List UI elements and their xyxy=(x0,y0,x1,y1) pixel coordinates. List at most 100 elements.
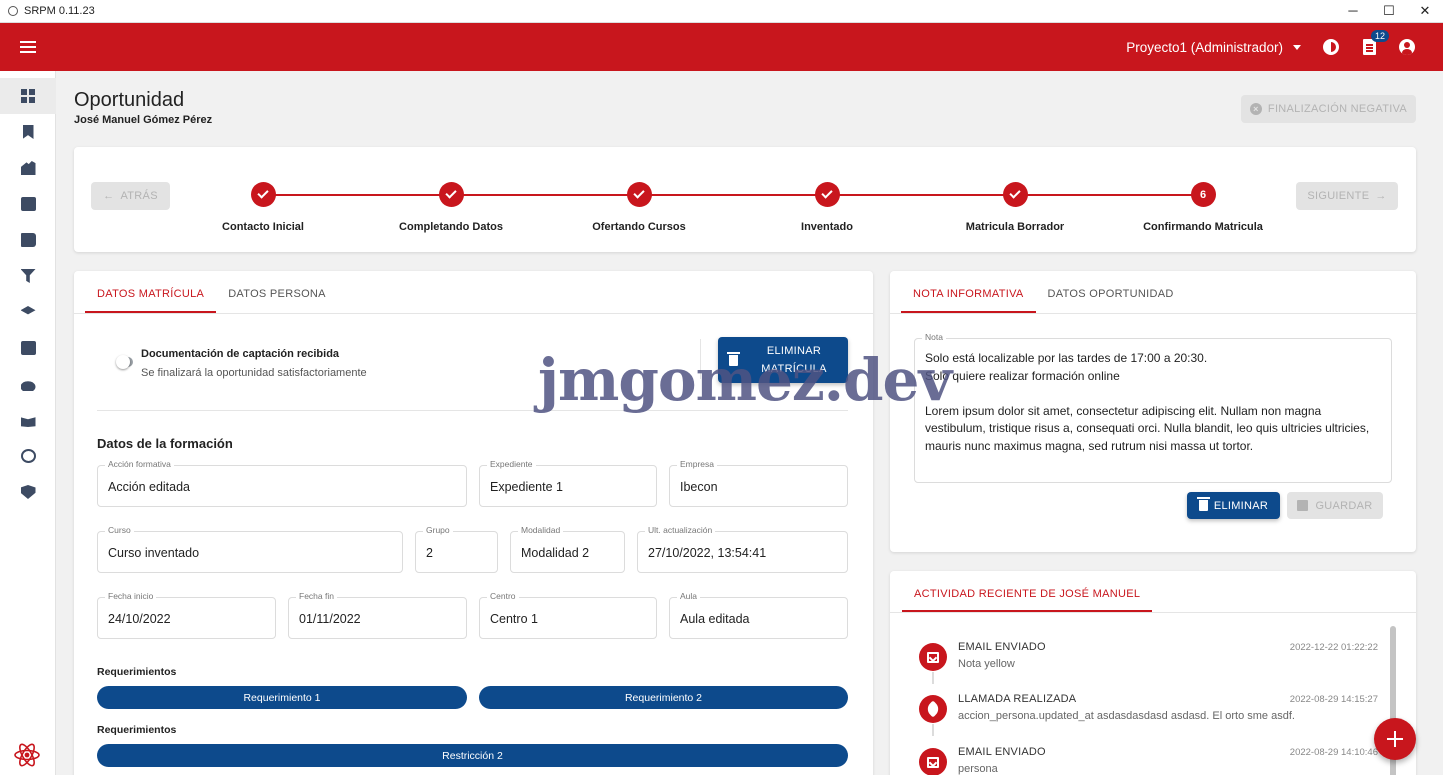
field-label: Modalidad xyxy=(518,525,564,535)
fecha-fin-field[interactable]: Fecha fin 01/11/2022 xyxy=(288,591,467,639)
field-value: Aula editada xyxy=(680,612,750,626)
trash-icon xyxy=(1196,497,1210,511)
tab-datos-oportunidad[interactable]: DATOS OPORTUNIDAD xyxy=(1036,271,1186,313)
tab-divider xyxy=(890,313,1416,314)
app-bar: Proyecto1 (Administrador) 12 xyxy=(0,23,1443,71)
project-selector[interactable]: Proyecto1 (Administrador) xyxy=(1126,40,1301,55)
save-note-button[interactable]: GUARDAR xyxy=(1287,492,1383,519)
empresa-field[interactable]: Empresa Ibecon xyxy=(669,459,848,507)
account-circle-icon xyxy=(1399,39,1415,55)
note-label: Nota xyxy=(922,332,946,342)
tab-datos-persona[interactable]: DATOS PERSONA xyxy=(216,271,338,313)
fecha-inicio-field[interactable]: Fecha inicio 24/10/2022 xyxy=(97,591,276,639)
delete-note-button[interactable]: ELIMINAR xyxy=(1187,492,1280,519)
expediente-field[interactable]: Expediente Expediente 1 xyxy=(479,459,657,507)
step-done-indicator xyxy=(1002,182,1028,207)
note-tabs: NOTA INFORMATIVA DATOS OPORTUNIDAD xyxy=(901,271,1186,313)
curso-field[interactable]: Curso Curso inventado xyxy=(97,525,403,573)
negative-close-label: FINALIZACIÓN NEGATIVA xyxy=(1267,103,1408,115)
check-icon xyxy=(633,187,645,199)
field-label: Aula xyxy=(677,591,701,601)
back-button[interactable]: ← ATRÁS xyxy=(91,182,170,210)
field-label: Grupo xyxy=(423,525,453,535)
sidebar-item-bookmarks[interactable] xyxy=(0,114,56,150)
sidebar-item-training[interactable] xyxy=(0,294,56,330)
add-fab-button[interactable] xyxy=(1374,718,1416,760)
minimize-button[interactable]: ─ xyxy=(1335,0,1371,23)
grupo-field[interactable]: Grupo 2 xyxy=(415,525,498,573)
field-value: 01/11/2022 xyxy=(299,612,361,626)
accion-formativa-field[interactable]: Acción formativa Acción editada xyxy=(97,459,467,507)
sidebar-item-classrooms[interactable] xyxy=(0,186,56,222)
sidebar-item-search[interactable] xyxy=(0,438,56,474)
maximize-button[interactable]: ☐ xyxy=(1371,0,1407,23)
ultima-actualizacion-field[interactable]: Ult. actualización 27/10/2022, 13:54:41 xyxy=(637,525,848,573)
documentation-toggle[interactable] xyxy=(116,355,133,369)
activity-description: Nota yellow xyxy=(958,658,1015,670)
step-6: 6 Confirmando Matricula xyxy=(1128,182,1278,233)
notifications-button[interactable]: 12 xyxy=(1361,30,1389,55)
delete-enrollment-button[interactable]: ELIMINAR MATRÍCULA xyxy=(718,337,848,383)
arrow-right-icon: → xyxy=(1375,190,1387,202)
restrictions-label: Requerimientos xyxy=(97,724,177,736)
menu-icon[interactable] xyxy=(20,41,36,53)
sidebar-item-dashboard[interactable] xyxy=(0,78,56,114)
field-label: Expediente xyxy=(487,459,536,469)
requirement-chip[interactable]: Requerimiento 2 xyxy=(479,686,848,709)
sidebar-item-funnel[interactable] xyxy=(0,258,56,294)
step-1: Contacto Inicial xyxy=(188,182,338,233)
caret-down-icon xyxy=(1293,44,1301,50)
step-5: Matricula Borrador xyxy=(940,182,1090,233)
sidebar-item-companies[interactable] xyxy=(0,330,56,366)
trash-icon xyxy=(727,351,740,366)
notifications-badge: 12 xyxy=(1370,30,1389,42)
note-card: NOTA INFORMATIVA DATOS OPORTUNIDAD Nota … xyxy=(890,271,1416,552)
sidebar xyxy=(0,71,56,775)
activity-date: 2022-12-22 01:22:22 xyxy=(1289,642,1378,653)
field-label: Ult. actualización xyxy=(645,525,716,535)
email-icon xyxy=(919,748,947,775)
activity-item[interactable]: EMAIL ENVIADO Nota yellow 2022-12-22 01:… xyxy=(890,631,1390,681)
tab-nota-informativa[interactable]: NOTA INFORMATIVA xyxy=(901,271,1036,313)
sidebar-item-people[interactable] xyxy=(0,366,56,402)
activity-item[interactable]: EMAIL ENVIADO persona 2022-08-29 14:10:4… xyxy=(890,736,1390,775)
sidebar-item-centers[interactable] xyxy=(0,150,56,186)
requirement-chip[interactable]: Requerimiento 1 xyxy=(97,686,467,709)
next-button[interactable]: SIGUIENTE → xyxy=(1296,182,1398,210)
field-value: Centro 1 xyxy=(490,612,538,626)
negative-close-button[interactable]: × FINALIZACIÓN NEGATIVA xyxy=(1241,95,1416,123)
app-icon xyxy=(8,6,18,16)
restriction-chip[interactable]: Restricción 2 xyxy=(97,744,848,767)
aula-field[interactable]: Aula Aula editada xyxy=(669,591,848,639)
check-icon xyxy=(445,187,457,199)
tab-actividad-reciente[interactable]: ACTIVIDAD RECIENTE DE JOSÉ MANUEL xyxy=(902,571,1153,612)
dashboard-icon xyxy=(20,89,36,103)
note-textarea[interactable]: Nota Solo está localizable por las tarde… xyxy=(914,332,1392,483)
theme-toggle-button[interactable] xyxy=(1323,39,1339,55)
modalidad-field[interactable]: Modalidad Modalidad 2 xyxy=(510,525,625,573)
activity-item[interactable]: LLAMADA REALIZADA accion_persona.updated… xyxy=(890,683,1390,733)
close-window-button[interactable]: ✕ xyxy=(1407,0,1443,23)
window-title: SRPM 0.11.23 xyxy=(24,5,95,17)
field-label: Fecha inicio xyxy=(105,591,157,601)
filter-icon xyxy=(20,269,36,283)
activity-date: 2022-08-29 14:10:46 xyxy=(1289,747,1378,758)
field-value: Expediente 1 xyxy=(490,480,563,494)
stepper-card: ← ATRÁS Contacto Inicial Completando Dat… xyxy=(74,147,1416,252)
field-value: Curso inventado xyxy=(108,546,200,560)
step-label: Inventado xyxy=(801,221,853,233)
step-2: Completando Datos xyxy=(376,182,526,233)
step-label: Confirmando Matricula xyxy=(1143,221,1263,233)
section-divider xyxy=(97,410,848,411)
tablet-icon xyxy=(20,197,36,211)
sidebar-item-reading[interactable] xyxy=(0,402,56,438)
activity-date: 2022-08-29 14:15:27 xyxy=(1289,694,1378,705)
centro-field[interactable]: Centro Centro 1 xyxy=(479,591,657,639)
tab-datos-matricula[interactable]: DATOS MATRÍCULA xyxy=(85,271,217,313)
sidebar-item-security[interactable] xyxy=(0,474,56,510)
check-icon xyxy=(821,187,833,199)
account-button[interactable] xyxy=(1399,39,1415,55)
sidebar-item-courses[interactable] xyxy=(0,222,56,258)
field-value: Ibecon xyxy=(680,480,718,494)
email-icon xyxy=(919,643,947,671)
